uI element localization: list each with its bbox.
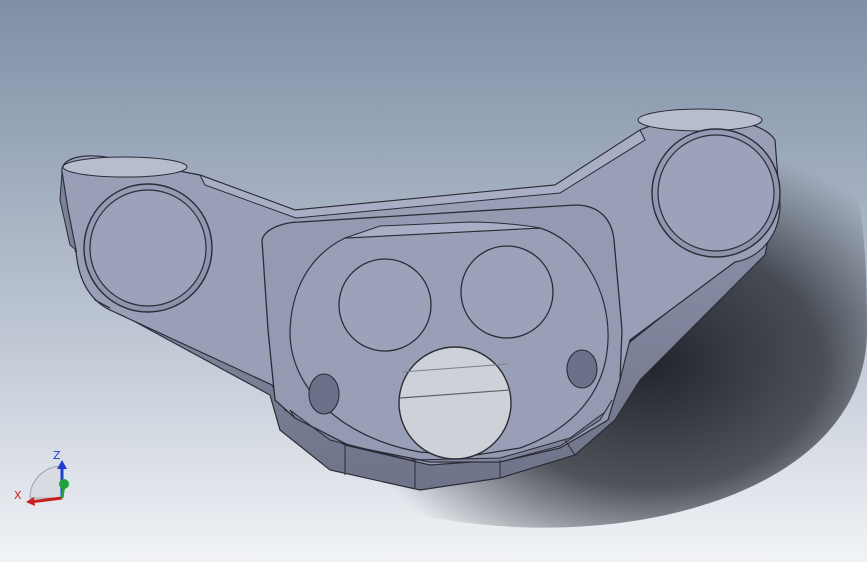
left-small-hole <box>308 373 340 415</box>
graphics-viewport[interactable]: X Z <box>0 0 867 562</box>
right-small-hole <box>566 349 598 389</box>
x-axis-label: X <box>14 489 22 502</box>
upper-left-hole <box>338 258 432 352</box>
left-boss-rim <box>62 156 188 178</box>
y-axis-arrow <box>60 483 66 499</box>
left-boss-inner <box>89 189 207 307</box>
model-canvas[interactable]: X Z <box>0 0 867 562</box>
center-pin <box>398 346 512 460</box>
z-axis-label: Z <box>53 449 61 462</box>
right-boss-inner <box>657 134 775 252</box>
upper-right-hole <box>460 245 554 339</box>
right-boss-rim <box>637 108 763 132</box>
